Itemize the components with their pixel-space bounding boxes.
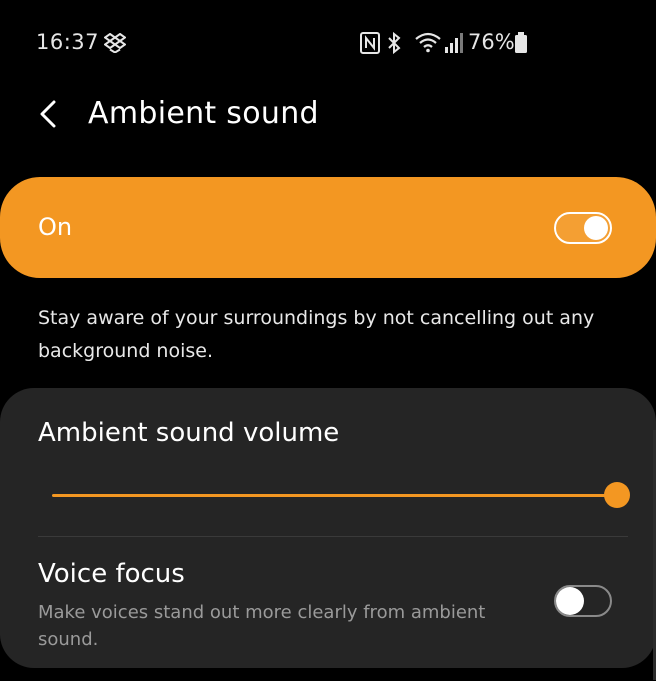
voice-focus-title: Voice focus xyxy=(38,559,185,589)
back-arrow-icon xyxy=(40,100,56,128)
app-header: Ambient sound xyxy=(0,86,656,146)
battery-icon xyxy=(515,32,527,53)
status-bar: 16:37 76% xyxy=(0,0,656,86)
status-time: 16:37 xyxy=(36,30,100,54)
slider-thumb[interactable] xyxy=(604,482,630,508)
signal-icon xyxy=(445,33,463,53)
toggle-knob xyxy=(556,587,584,615)
page-title: Ambient sound xyxy=(88,96,319,131)
dropbox-icon xyxy=(104,33,126,53)
nfc-icon xyxy=(360,32,380,54)
settings-card: Ambient sound volume Voice focus Make vo… xyxy=(0,388,656,668)
ambient-description: Stay aware of your surroundings by not c… xyxy=(38,307,595,362)
master-switch-label: On xyxy=(38,213,73,241)
slider-track xyxy=(52,494,618,497)
voice-focus-row[interactable]: Voice focus Make voices stand out more c… xyxy=(0,537,656,668)
bluetooth-icon xyxy=(388,31,401,55)
back-button[interactable] xyxy=(30,96,66,132)
voice-focus-description: Make voices stand out more clearly from … xyxy=(38,602,486,650)
battery-percent: 76% xyxy=(468,30,515,54)
volume-title: Ambient sound volume xyxy=(38,418,340,448)
wifi-icon xyxy=(415,32,441,53)
volume-slider[interactable] xyxy=(52,480,630,510)
voice-focus-toggle[interactable] xyxy=(554,585,612,617)
master-switch-bar[interactable]: On xyxy=(0,177,656,278)
toggle-knob xyxy=(584,216,608,240)
master-toggle[interactable] xyxy=(554,212,612,244)
